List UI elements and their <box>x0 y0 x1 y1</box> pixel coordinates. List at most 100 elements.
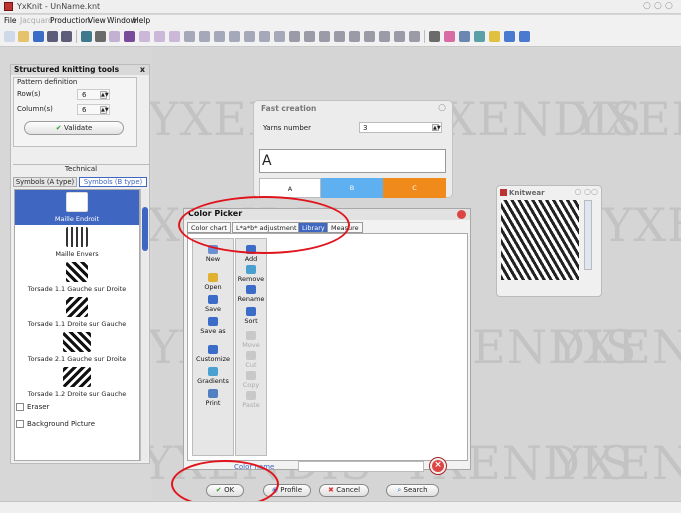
search-button[interactable]: ⌕ Search <box>386 484 439 497</box>
move-button[interactable]: Move <box>236 331 266 349</box>
pattern-grid-icon[interactable] <box>334 31 345 42</box>
pattern-icon[interactable] <box>109 31 120 42</box>
shape-icon[interactable] <box>259 31 270 42</box>
save-as-button[interactable]: Save as <box>193 317 233 335</box>
menu-jacquard[interactable]: Jacquard <box>20 16 53 25</box>
window-icon[interactable] <box>519 31 530 42</box>
purl-icon[interactable] <box>304 31 315 42</box>
draw-curve-icon[interactable] <box>154 31 165 42</box>
customize-button[interactable]: Customize <box>193 345 233 363</box>
sort-button[interactable]: Sort <box>236 307 266 325</box>
app-window: YxKnit - UnName.knt ○ ○ ○ File Jacquard … <box>0 0 681 513</box>
stitch-grid-5-icon[interactable] <box>409 31 420 42</box>
color-name-input[interactable] <box>298 461 424 472</box>
yarn-icon[interactable] <box>489 31 500 42</box>
validate-button[interactable]: ✔ Validate <box>24 121 124 135</box>
window-close-icon[interactable]: ○ <box>438 103 446 113</box>
stepper-arrows-icon[interactable]: ▲▼ <box>100 91 109 99</box>
preview-text-field[interactable]: A <box>259 149 446 173</box>
list-item[interactable]: Torsade 1.1 Gauche sur Droite <box>15 260 139 295</box>
cable-icon[interactable] <box>319 31 330 42</box>
open-folder-icon[interactable] <box>18 31 29 42</box>
stepper-arrows-icon[interactable]: ▲▼ <box>432 124 441 131</box>
tab-symbols-a[interactable]: Symbols (A type) <box>13 177 77 187</box>
customize-icon <box>208 345 218 354</box>
columns-stepper[interactable]: 6 ▲▼ <box>77 104 110 115</box>
menu-production[interactable]: Production <box>50 16 90 25</box>
window-controls-icon[interactable]: ○ ○○ <box>575 187 598 196</box>
pointer-icon[interactable] <box>429 31 440 42</box>
eraser-checkbox[interactable] <box>16 403 24 411</box>
remove-button[interactable]: Remove <box>236 265 266 283</box>
watermark: YXENDIS <box>552 320 681 374</box>
color-slot-a[interactable]: A <box>259 178 321 198</box>
stitch-grid-4-icon[interactable] <box>394 31 405 42</box>
close-panel-icon[interactable]: x <box>140 65 145 74</box>
list-item[interactable]: Torsade 2.1 Gauche sur Droite <box>15 330 139 365</box>
grid-icon[interactable] <box>81 31 92 42</box>
document-icon[interactable] <box>95 31 106 42</box>
fill-icon[interactable] <box>184 31 195 42</box>
knit-icon[interactable] <box>289 31 300 42</box>
scrollbar-thumb[interactable] <box>142 207 148 251</box>
color-picker-icon[interactable] <box>459 31 470 42</box>
color-slot-c[interactable]: C <box>383 178 446 198</box>
cut-button[interactable]: Cut <box>236 351 266 369</box>
stitch-grid-2-icon[interactable] <box>364 31 375 42</box>
close-dialog-icon[interactable] <box>457 210 466 219</box>
cancel-button[interactable]: ✖ Cancel <box>319 484 369 497</box>
menu-view[interactable]: View <box>88 16 106 25</box>
minimize-icon[interactable]: ○ <box>643 1 651 11</box>
transform-icon[interactable] <box>124 31 135 42</box>
list-item[interactable]: Maille Envers <box>15 225 139 260</box>
select-icon[interactable] <box>199 31 210 42</box>
add-label: Add <box>244 255 258 263</box>
color-icon[interactable] <box>444 31 455 42</box>
list-item[interactable]: Maille Endroit <box>15 190 139 225</box>
pen-icon[interactable] <box>169 31 180 42</box>
save-button[interactable]: Save <box>193 295 233 313</box>
fast-creation-window: Fast creation ○ Yarns number 3 ▲▼ A A B … <box>253 100 453 198</box>
save-icon[interactable] <box>33 31 44 42</box>
yarns-number-stepper[interactable]: 3 ▲▼ <box>359 122 442 133</box>
layout-icon[interactable] <box>504 31 515 42</box>
stitch-grid-3-icon[interactable] <box>379 31 390 42</box>
stepper-arrows-icon[interactable]: ▲▼ <box>100 106 109 114</box>
background-picture-checkbox[interactable] <box>16 420 24 428</box>
open-folder-icon <box>208 273 218 282</box>
stitch-grid-icon[interactable] <box>349 31 360 42</box>
list-item[interactable]: Torsade 1.2 Droite sur Gauche <box>15 365 139 400</box>
rows-stepper[interactable]: 6 ▲▼ <box>77 89 110 100</box>
color-slot-b[interactable]: B <box>321 178 383 198</box>
maximize-icon[interactable]: ○ <box>654 1 662 11</box>
open-button[interactable]: Open <box>193 273 233 291</box>
window-title: YxKnit - UnName.knt <box>17 2 101 11</box>
symbol-icon[interactable] <box>274 31 285 42</box>
zoom-icon[interactable] <box>229 31 240 42</box>
knitwear-scrollbar[interactable] <box>584 200 592 270</box>
close-icon[interactable]: ○ <box>665 1 673 11</box>
palette-icon[interactable] <box>474 31 485 42</box>
draw-line-icon[interactable] <box>139 31 150 42</box>
list-item[interactable]: Torsade 1.1 Droite sur Gauche <box>15 295 139 330</box>
new-file-icon[interactable] <box>4 31 15 42</box>
gradients-button[interactable]: Gradients <box>193 367 233 385</box>
tab-symbols-b[interactable]: Symbols (B type) <box>79 177 147 187</box>
cable-stitch-icon <box>66 262 88 282</box>
rename-button[interactable]: Rename <box>236 285 266 303</box>
open-label: Open <box>204 283 222 291</box>
menu-file[interactable]: File <box>4 16 17 25</box>
knitwear-app-icon <box>500 189 507 196</box>
undo-icon[interactable] <box>47 31 58 42</box>
clear-color-name-icon[interactable]: × <box>430 458 446 474</box>
redo-icon[interactable] <box>61 31 72 42</box>
symbols-scrollbar[interactable] <box>140 189 148 461</box>
measure-icon[interactable] <box>214 31 225 42</box>
copy-button[interactable]: Copy <box>236 371 266 389</box>
toolbar-separator <box>76 30 77 43</box>
print-button[interactable]: Print <box>193 389 233 407</box>
paste-button[interactable]: Paste <box>236 391 266 409</box>
crop-icon[interactable] <box>244 31 255 42</box>
library-actions-column: New Open Save Save as Customize Gradient… <box>192 238 234 456</box>
menu-help[interactable]: Help <box>133 16 150 25</box>
